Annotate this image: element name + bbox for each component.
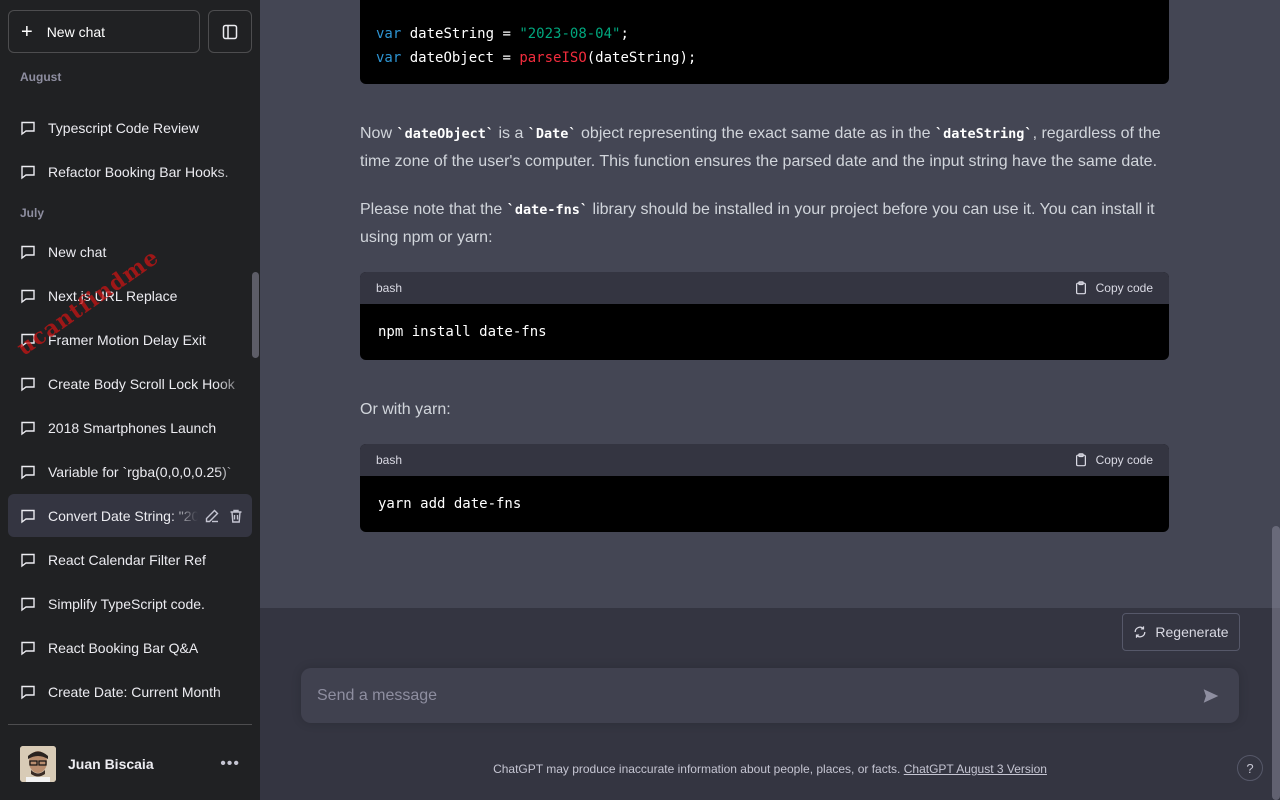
code-line: var dateString = "2023-08-04"; [376, 26, 629, 42]
code-block: bash Copy code npm install date-fns [360, 272, 1169, 360]
response-paragraph: Please note that the `date-fns` library … [360, 201, 1155, 246]
code-language: bash [376, 453, 403, 467]
new-chat-button[interactable]: + New chat [8, 10, 200, 53]
sidebar: + New chat August Typescript Code Review… [0, 0, 260, 800]
sidebar-scrollbar[interactable] [252, 272, 259, 358]
code-line: var dateObject = parseISO(dateString); [376, 50, 697, 66]
chat-bubble-icon [21, 245, 35, 259]
username: Juan Biscaia [68, 756, 154, 772]
main-scrollbar[interactable] [1272, 526, 1280, 800]
regenerate-button[interactable]: Regenerate [1122, 613, 1240, 651]
sidebar-divider [8, 724, 252, 725]
chat-bubble-icon [21, 685, 35, 699]
chat-bubble-icon [21, 121, 35, 135]
sidebar-item-label: New chat [48, 243, 107, 260]
send-button[interactable] [1199, 684, 1223, 708]
sidebar-item-active[interactable]: Convert Date String: "2023-08-04" [8, 494, 252, 537]
sidebar-item-label: Variable for `rgba(0,0,0,0.25)` [48, 463, 232, 480]
sidebar-item-label: Convert Date String: "2023-08-04" [48, 507, 198, 524]
sidebar-item-label: 2018 Smartphones Launch [48, 419, 217, 436]
clipboard-icon [1075, 453, 1086, 467]
sidebar-item[interactable]: New chat [8, 230, 252, 273]
code-content: yarn add date-fns [378, 496, 522, 512]
chat-bubble-icon [21, 597, 35, 611]
user-menu[interactable]: Juan Biscaia ••• [8, 736, 252, 792]
sidebar-item[interactable]: Refactor Booking Bar Hooks. [8, 150, 252, 193]
sidebar-item[interactable]: Framer Motion Delay Exit [8, 318, 252, 361]
sidebar-item[interactable]: Simplify TypeScript code. [8, 582, 252, 625]
plus-icon: + [21, 20, 33, 43]
chat-bubble-icon [21, 377, 35, 391]
code-block-top: var dateString = "2023-08-04"; var dateO… [360, 0, 1169, 84]
composer-area: Regenerate ChatGPT may produce inaccurat… [260, 608, 1280, 800]
sidebar-item[interactable]: 2018 Smartphones Launch [8, 406, 252, 449]
sidebar-item[interactable]: Create Date: Current Month [8, 670, 252, 713]
message-composer [301, 668, 1239, 723]
edit-icon[interactable] [204, 508, 220, 524]
copy-code-button[interactable]: Copy code [1074, 281, 1153, 295]
chat-bubble-icon [21, 421, 35, 435]
chat-main: var dateString = "2023-08-04"; var dateO… [260, 0, 1280, 800]
clipboard-icon [1075, 281, 1086, 295]
chat-bubble-icon [21, 553, 35, 567]
sidebar-item[interactable]: Next.js URL Replace [8, 274, 252, 317]
sidebar-item[interactable]: React Booking Bar Q&A [8, 626, 252, 669]
toggle-sidebar-button[interactable] [208, 10, 252, 53]
sidebar-item-label: Typescript Code Review [48, 119, 199, 136]
version-link[interactable]: ChatGPT August 3 Version [904, 762, 1047, 776]
sidebar-item-label: Next.js URL Replace [48, 287, 178, 304]
sidebar-item-label: Framer Motion Delay Exit [48, 331, 206, 348]
group-label-august: August [20, 70, 62, 84]
sidebar-item-label: React Calendar Filter Ref [48, 551, 206, 568]
sidebar-item-label: React Booking Bar Q&A [48, 639, 199, 656]
avatar [20, 746, 56, 782]
sidebar-item-label: Simplify TypeScript code. [48, 595, 205, 612]
sidebar-item-label: Create Body Scroll Lock Hook [48, 375, 235, 392]
chat-bubble-icon [21, 165, 35, 179]
sidebar-toggle-icon [222, 24, 238, 39]
code-content: npm install date-fns [378, 324, 547, 340]
send-icon [1203, 688, 1219, 703]
chat-bubble-icon [21, 509, 35, 523]
response-paragraph: Now `dateObject` is a `Date` object repr… [360, 125, 1161, 170]
code-block: bash Copy code yarn add date-fns [360, 444, 1169, 532]
response-paragraph: Or with yarn: [360, 401, 451, 418]
sidebar-item[interactable]: Create Body Scroll Lock Hook [8, 362, 252, 405]
chat-bubble-icon [21, 333, 35, 347]
group-label-july: July [20, 206, 45, 220]
chat-bubble-icon [21, 465, 35, 479]
new-chat-label: New chat [46, 23, 106, 40]
sidebar-item[interactable]: Typescript Code Review [8, 106, 252, 149]
sidebar-item[interactable]: React Calendar Filter Ref [8, 538, 252, 581]
disclaimer: ChatGPT may produce inaccurate informati… [493, 762, 1047, 776]
message-input[interactable] [317, 686, 1199, 705]
code-block-header: bash Copy code [360, 444, 1169, 476]
code-language: bash [376, 281, 403, 295]
more-options-icon[interactable]: ••• [220, 755, 240, 773]
code-block-header: bash Copy code [360, 272, 1169, 304]
sidebar-item-label: Create Date: Current Month [48, 683, 221, 700]
refresh-icon [1134, 626, 1146, 638]
sidebar-item[interactable]: Variable for `rgba(0,0,0,0.25)` [8, 450, 252, 493]
delete-icon[interactable] [228, 508, 244, 524]
sidebar-item-label: Refactor Booking Bar Hooks. [48, 163, 229, 180]
copy-code-button[interactable]: Copy code [1074, 453, 1153, 467]
help-button[interactable]: ? [1237, 755, 1263, 781]
chat-bubble-icon [21, 289, 35, 303]
chat-bubble-icon [21, 641, 35, 655]
